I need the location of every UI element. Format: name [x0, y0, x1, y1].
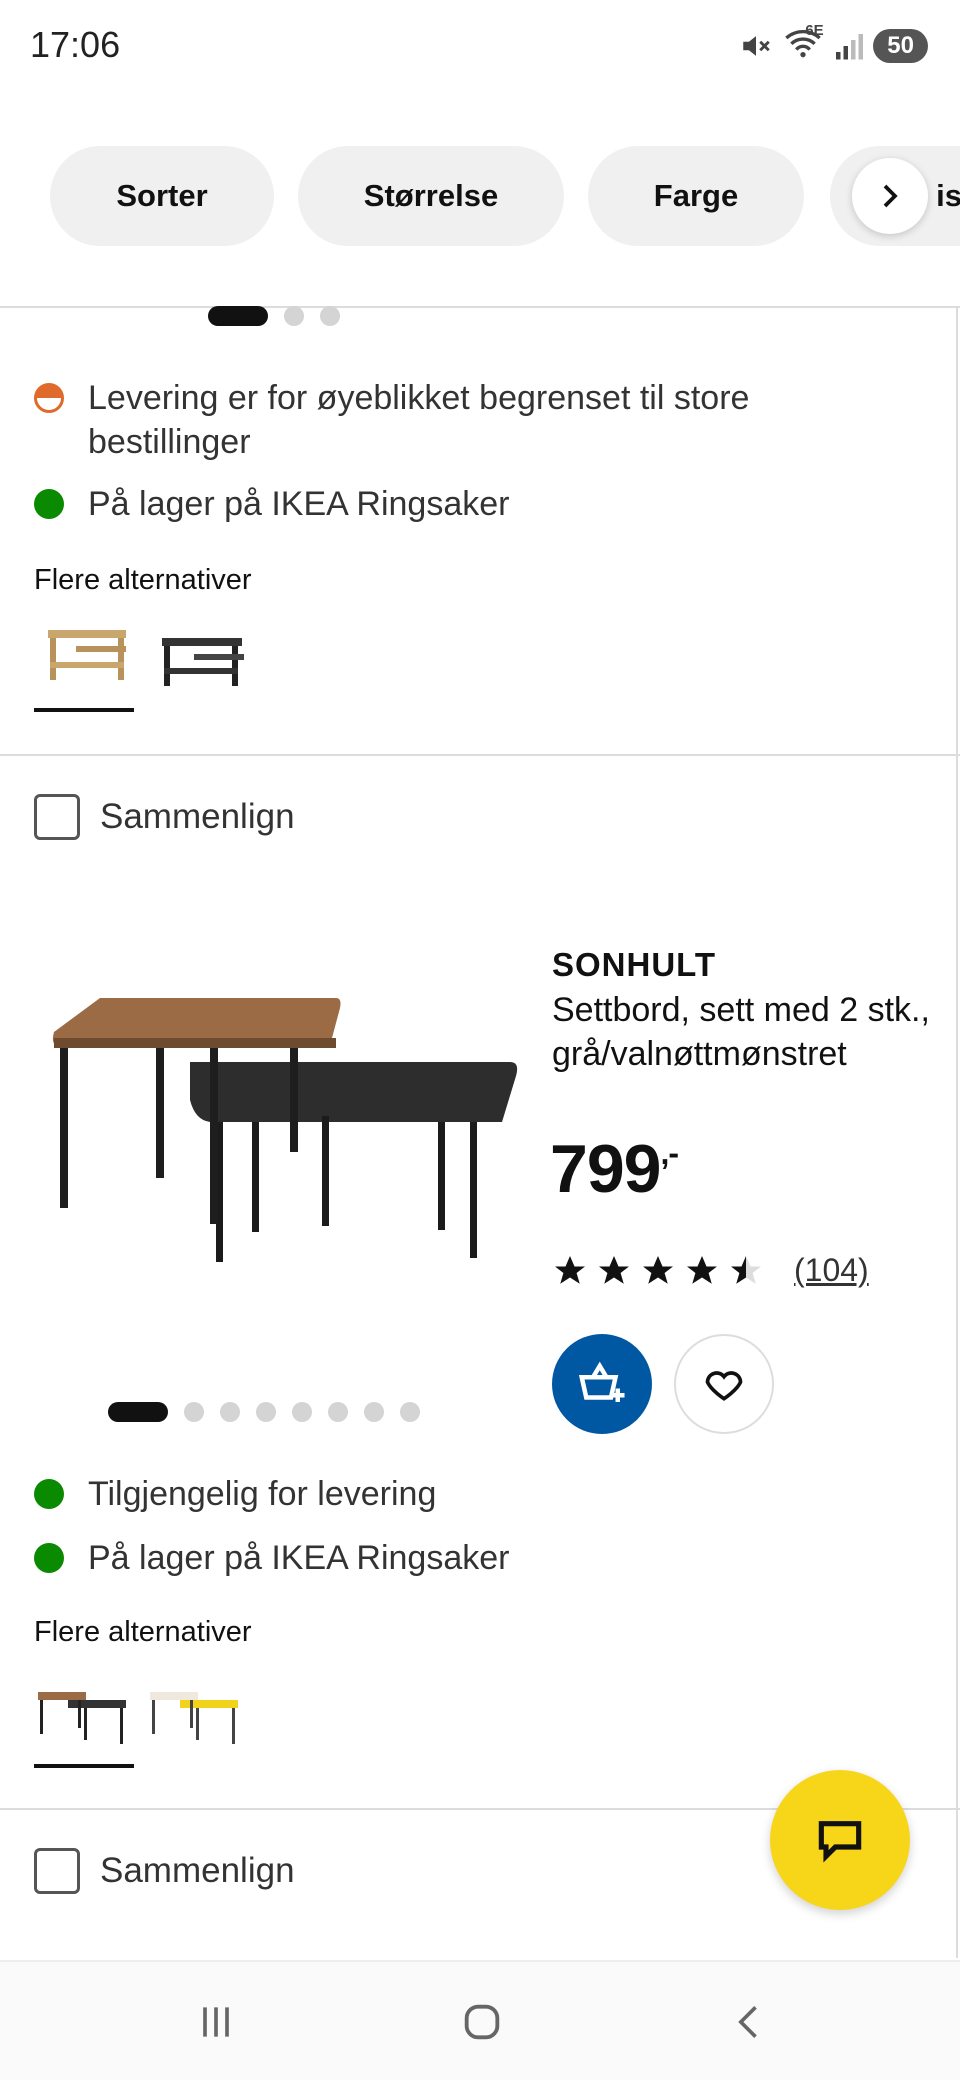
stock-text: Levering er for øyeblikket begrenset til… — [88, 379, 750, 461]
recent-apps-button[interactable] — [186, 1992, 246, 2052]
stock-text: På lager på IKEA Ringsaker — [88, 1539, 510, 1577]
add-to-cart-button[interactable] — [552, 1334, 652, 1434]
carousel-dot[interactable] — [320, 306, 340, 326]
price-suffix: ,- — [660, 1135, 679, 1171]
stock-text: På lager på IKEA Ringsaker — [88, 485, 510, 523]
chips-next-button[interactable] — [852, 158, 928, 234]
product-price: 799,- — [550, 1130, 679, 1208]
back-icon — [738, 2006, 757, 2038]
variant-swatch-white-yellow[interactable] — [146, 1682, 246, 1752]
stock-status-store: På lager på IKEA Ringsaker — [34, 1536, 509, 1580]
compare-checkbox[interactable] — [34, 1848, 80, 1894]
selected-variant-underline — [34, 708, 134, 712]
product-description[interactable]: Settbord, sett med 2 stk., grå/valnøttmø… — [552, 988, 932, 1076]
chip-color[interactable]: Farge — [588, 146, 804, 246]
compare-checkbox-row-next[interactable]: Sammenlign — [34, 1848, 295, 1894]
product-image[interactable] — [40, 980, 520, 1280]
filter-bar: Sorter Størrelse Farge is — [0, 146, 960, 246]
stock-status-delivery: Tilgjengelig for levering — [34, 1472, 436, 1516]
in-stock-icon — [34, 1479, 64, 1509]
chip-size[interactable]: Størrelse — [298, 146, 564, 246]
carousel-dot-active[interactable] — [108, 1402, 168, 1422]
chip-sort[interactable]: Sorter — [50, 146, 274, 246]
star-icon — [599, 1255, 629, 1284]
carousel-dot[interactable] — [292, 1402, 312, 1422]
more-options-label: Flere alternativer — [34, 1616, 252, 1648]
recent-apps-icon — [203, 2007, 229, 2037]
compare-checkbox[interactable] — [34, 794, 80, 840]
image-carousel-dots-prev — [208, 306, 340, 326]
review-count[interactable]: (104) — [794, 1252, 869, 1289]
star-half-icon — [731, 1255, 761, 1284]
home-icon — [464, 2004, 500, 2040]
carousel-dot[interactable] — [328, 1402, 348, 1422]
stock-text: Tilgjengelig for levering — [88, 1475, 437, 1513]
product-name[interactable]: SONHULT — [552, 946, 716, 984]
more-options-label: Flere alternativer — [34, 564, 252, 596]
limited-status-icon — [34, 383, 64, 413]
image-carousel-dots — [108, 1402, 420, 1422]
carousel-dot[interactable] — [400, 1402, 420, 1422]
variant-swatch-oak[interactable] — [36, 622, 136, 692]
system-nav-bar — [0, 1960, 960, 2080]
carousel-dot-active[interactable] — [208, 306, 268, 326]
shopping-bag-plus-icon — [578, 1361, 625, 1402]
star-icon — [555, 1255, 585, 1284]
home-button[interactable] — [452, 1992, 512, 2052]
carousel-dot[interactable] — [364, 1402, 384, 1422]
carousel-dot[interactable] — [256, 1402, 276, 1422]
variant-swatch-walnut-grey[interactable] — [34, 1682, 134, 1752]
product-rating[interactable]: (104) — [552, 1252, 869, 1289]
stock-status-delivery-prev: Levering er for øyeblikket begrenset til… — [34, 376, 854, 464]
price-value: 799 — [550, 1131, 661, 1207]
variant-swatch-black[interactable] — [154, 630, 254, 700]
heart-icon — [705, 1371, 743, 1401]
status-bar: 17:06 6E 50 — [0, 0, 960, 92]
compare-checkbox-row[interactable]: Sammenlign — [34, 794, 295, 840]
signal-icon — [836, 34, 864, 60]
in-stock-icon — [34, 1543, 64, 1573]
status-icons: 6E 50 — [739, 22, 928, 66]
status-time: 17:06 — [30, 24, 121, 65]
chat-bubble-icon — [818, 1821, 862, 1863]
chat-button[interactable] — [770, 1770, 910, 1910]
carousel-dot[interactable] — [284, 306, 304, 326]
network-label: 6E — [805, 22, 824, 39]
selected-variant-underline — [34, 1764, 134, 1768]
stock-status-store-prev: På lager på IKEA Ringsaker — [34, 482, 509, 526]
back-button[interactable] — [720, 1992, 780, 2052]
star-icon — [643, 1255, 673, 1284]
compare-label: Sammenlign — [100, 1851, 295, 1890]
chevron-right-icon — [883, 184, 898, 208]
mute-icon — [743, 36, 771, 56]
grid-divider — [956, 308, 958, 1958]
product-divider — [0, 754, 960, 756]
filter-divider — [0, 306, 960, 308]
in-stock-icon — [34, 489, 64, 519]
star-icon — [687, 1255, 717, 1284]
compare-label: Sammenlign — [100, 797, 295, 836]
favorite-button[interactable] — [674, 1334, 774, 1434]
battery-indicator: 50 — [873, 29, 928, 63]
carousel-dot[interactable] — [184, 1402, 204, 1422]
wifi-icon: 6E — [783, 22, 824, 66]
carousel-dot[interactable] — [220, 1402, 240, 1422]
